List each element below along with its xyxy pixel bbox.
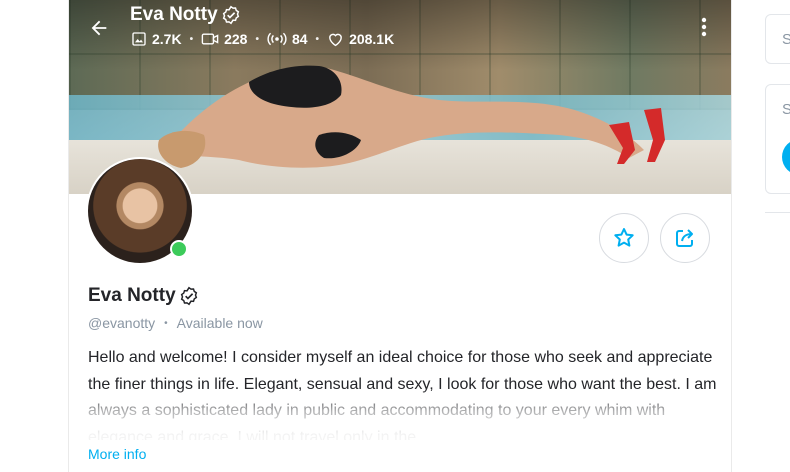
sidebar-search-box[interactable]: S xyxy=(765,14,790,64)
heart-icon xyxy=(329,33,342,47)
handle-row: @evanotty • Available now xyxy=(88,315,263,331)
videos-stat: 228 xyxy=(201,31,247,47)
right-sidebar: S S xyxy=(765,0,790,472)
sidebar-action-button[interactable] xyxy=(782,139,790,175)
profile-card: Eva Notty 2.7K • 228 • 84 • 208.1K Eva N… xyxy=(68,0,732,472)
image-icon xyxy=(132,32,146,46)
profile-name: Eva Notty xyxy=(88,285,199,307)
add-favorite-button[interactable] xyxy=(599,213,649,263)
online-indicator xyxy=(170,240,188,258)
header-bar: Eva Notty 2.7K • 228 • 84 • 208.1K xyxy=(69,0,731,56)
profile-name-text: Eva Notty xyxy=(88,285,176,306)
separator-dot: • xyxy=(164,317,168,329)
sidebar-subscription-box: S xyxy=(765,84,790,194)
verified-icon xyxy=(222,5,239,25)
more-info-link[interactable]: More info xyxy=(88,446,146,462)
header-name: Eva Notty xyxy=(130,4,241,26)
separator-dot: • xyxy=(255,33,259,45)
sidebar-box1-text: S xyxy=(782,31,790,48)
share-icon xyxy=(676,229,693,247)
back-button[interactable] xyxy=(81,10,117,46)
sidebar-divider xyxy=(765,212,790,213)
share-button[interactable] xyxy=(660,213,710,263)
streams-stat: 84 xyxy=(267,31,308,47)
star-icon xyxy=(614,228,634,247)
live-stream-icon xyxy=(267,32,287,46)
video-icon xyxy=(201,33,219,45)
more-options-button[interactable] xyxy=(689,12,719,42)
availability-status: Available now xyxy=(176,315,263,331)
more-vertical-icon xyxy=(701,17,707,37)
separator-dot: • xyxy=(315,33,320,45)
back-arrow-icon xyxy=(91,20,107,36)
streams-count: 84 xyxy=(291,31,308,47)
sidebar-box2-text: S xyxy=(782,101,790,118)
separator-dot: • xyxy=(189,33,194,45)
avatar[interactable] xyxy=(86,157,194,265)
profile-bio: Hello and welcome! I consider myself an … xyxy=(88,349,717,440)
videos-count: 228 xyxy=(224,31,248,47)
photos-count: 2.7K xyxy=(152,31,182,47)
photos-stat: 2.7K xyxy=(131,31,182,47)
likes-count: 208.1K xyxy=(349,31,395,47)
profile-handle: @evanotty xyxy=(88,315,156,331)
header-stats: 2.7K • 228 • 84 • 208.1K xyxy=(131,31,394,47)
header-name-text: Eva Notty xyxy=(130,4,218,25)
likes-stat: 208.1K xyxy=(327,31,394,47)
verified-icon xyxy=(180,286,197,306)
